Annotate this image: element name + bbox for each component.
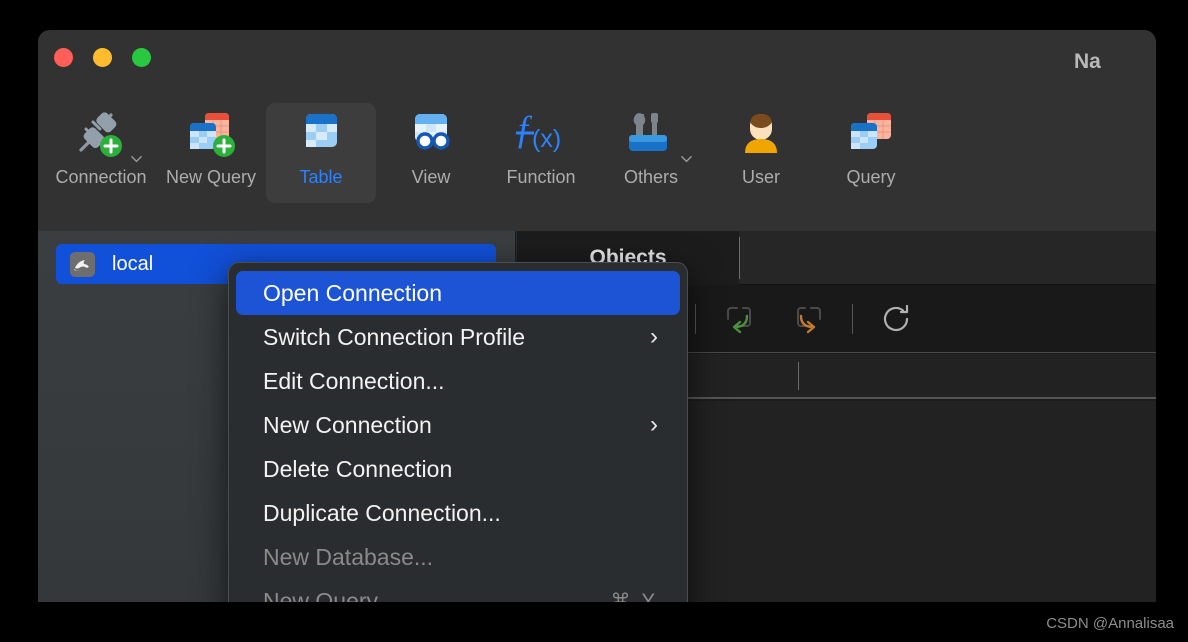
toolbar-item-function[interactable]: f (x) Function [486,103,596,203]
toolbar-item-table[interactable]: Table [266,103,376,203]
traffic-lights [54,48,151,67]
app-window: Na Connection New Query Table View f (x)… [38,30,1156,602]
menu-item-label: Switch Connection Profile [263,323,526,350]
watermark: CSDN @Annalisaa [1046,615,1174,632]
zoom-button[interactable] [132,48,151,67]
table-plus-icon [183,103,239,165]
toolbar-item-label: Table [299,167,343,187]
chevron-right-icon: › [650,323,658,350]
toolbar-separator-1 [695,303,696,334]
toolbar-item-label: Others [623,167,679,187]
menu-item-edit-connection[interactable]: Edit Connection... [236,359,680,403]
window-title: Na [1074,50,1101,73]
menu-item-new-connection[interactable]: New Connection › [236,403,680,447]
svg-text:f: f [518,109,533,149]
connection-label: local [112,252,154,275]
menu-item-open-connection[interactable]: Open Connection [236,271,680,315]
toolbar-item-label: New Query [165,167,257,187]
main-toolbar: Connection New Query Table View f (x) Fu… [38,95,1156,231]
export-button[interactable] [774,285,844,353]
toolbar-item-others[interactable]: Others [596,103,706,203]
chevron-right-icon: › [650,411,658,438]
menu-item-duplicate-connection[interactable]: Duplicate Connection... [236,491,680,535]
import-button[interactable] [704,285,774,353]
toolbar-item-view[interactable]: View [376,103,486,203]
user-icon [733,103,789,165]
toolbar-item-label: View [411,167,451,187]
connection-context-menu: Open Connection Switch Connection Profil… [228,262,688,602]
mysql-dolphin-icon [70,252,95,277]
refresh-button[interactable] [861,285,931,353]
tab-separator [739,237,740,279]
column-resize-handle[interactable] [798,362,799,390]
menu-item-label: New Connection [263,411,432,438]
menu-item-label: Duplicate Connection... [263,499,501,526]
toolbar-item-query[interactable]: Query [816,103,926,203]
toolbar-item-user[interactable]: User [706,103,816,203]
toolbar-item-label: Connection [55,167,147,187]
menu-item-delete-connection[interactable]: Delete Connection [236,447,680,491]
toolbar-item-new-query[interactable]: New Query [156,103,266,203]
menu-item-new-database: New Database... [236,535,680,579]
toolbar-item-label: Function [506,167,576,187]
chevron-down-icon[interactable] [681,154,692,165]
menu-item-label: New Query [263,587,379,603]
menu-item-switch-connection-profile[interactable]: Switch Connection Profile › [236,315,680,359]
minimize-button[interactable] [93,48,112,67]
menu-item-label: Open Connection [263,279,443,306]
tools-icon [623,103,679,165]
table-icon [293,103,349,165]
menu-item-shortcut: ⌘ Y [610,590,658,603]
function-fx-icon: f (x) [510,103,572,165]
toolbar-item-connection[interactable]: Connection [46,103,156,203]
menu-item-label: Edit Connection... [263,367,445,394]
toolbar-item-label: User [741,167,780,187]
menu-item-label: Delete Connection [263,455,453,482]
plug-plus-icon [73,103,129,165]
menu-item-new-query: New Query ⌘ Y [236,579,680,603]
view-glasses-icon [403,103,459,165]
close-button[interactable] [54,48,73,67]
title-bar: Na [38,30,1156,95]
toolbar-separator-2 [852,303,853,334]
query-tables-icon [843,103,899,165]
menu-item-label: New Database... [263,543,434,570]
chevron-down-icon[interactable] [131,154,142,165]
svg-text:(x): (x) [532,125,561,153]
toolbar-item-label: Query [846,167,896,187]
